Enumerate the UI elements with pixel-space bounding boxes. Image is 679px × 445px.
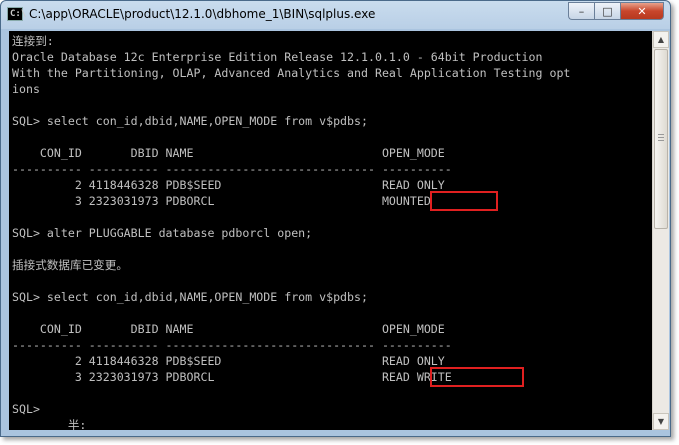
console-line: 3 2323031973 PDBORCL MOUNTED: [12, 194, 431, 208]
console-icon: C:\: [7, 7, 26, 21]
console-window: C:\ C:\app\ORACLE\product\12.1.0\dbhome_…: [0, 0, 671, 437]
console-output[interactable]: 连接到: Oracle Database 12c Enterprise Edit…: [9, 31, 652, 430]
console-line: 2 4118446328 PDB$SEED READ ONLY: [12, 354, 445, 368]
console-line: 连接到:: [12, 34, 54, 48]
console-line: With the Partitioning, OLAP, Advanced An…: [12, 66, 571, 80]
vertical-scrollbar[interactable]: ▲ ▼: [652, 31, 669, 430]
console-line: 半:: [12, 418, 87, 430]
console-line: ions: [12, 82, 40, 96]
console-line: ---------- ---------- ------------------…: [12, 338, 452, 352]
console-line: CON_ID DBID NAME OPEN_MODE: [12, 322, 445, 336]
close-button[interactable]: ✕: [620, 2, 664, 20]
console-line: CON_ID DBID NAME OPEN_MODE: [12, 146, 445, 160]
arrow-up-icon[interactable]: ▲: [653, 31, 669, 48]
title-bar[interactable]: C:\ C:\app\ORACLE\product\12.1.0\dbhome_…: [1, 1, 670, 31]
console-line: SQL>: [12, 402, 40, 416]
mounted-highlight-box: [430, 191, 498, 211]
console-line: SQL> select con_id,dbid,NAME,OPEN_MODE f…: [12, 114, 368, 128]
console-line: 3 2323031973 PDBORCL READ WRITE: [12, 370, 452, 384]
console-line: ---------- ---------- ------------------…: [12, 162, 452, 176]
console-line: 插接式数据库已变更。: [12, 258, 128, 272]
console-line: SQL> alter PLUGGABLE database pdborcl op…: [12, 226, 313, 240]
console-line: 2 4118446328 PDB$SEED READ ONLY: [12, 178, 445, 192]
window-title: C:\app\ORACLE\product\12.1.0\dbhome_1\BI…: [29, 7, 376, 21]
minimize-button[interactable]: –: [568, 2, 594, 20]
arrow-down-icon[interactable]: ▼: [653, 413, 669, 430]
read-write-highlight-box: [430, 367, 524, 387]
maximize-button[interactable]: □: [594, 2, 620, 20]
window-controls: – □ ✕: [568, 2, 664, 22]
console-line: SQL> select con_id,dbid,NAME,OPEN_MODE f…: [12, 290, 368, 304]
scrollbar-thumb[interactable]: [654, 49, 668, 229]
console-line: Oracle Database 12c Enterprise Edition R…: [12, 50, 543, 64]
